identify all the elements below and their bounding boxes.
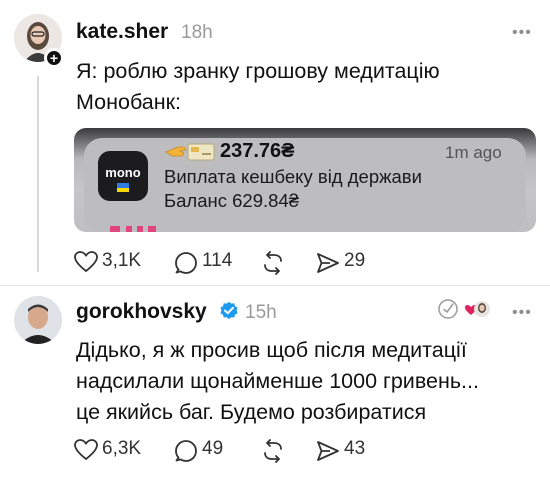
like-count: 3,1K — [102, 250, 142, 271]
plus-icon[interactable]: + — [44, 48, 64, 68]
paper-plane-icon — [317, 441, 339, 461]
username[interactable]: kate.sher — [76, 20, 168, 44]
repost-arrows-icon — [264, 251, 282, 275]
verified-badge-icon — [220, 301, 238, 319]
post-text-line-1: Дідько, я ж просив щоб після медитації — [76, 338, 467, 362]
more-options-button[interactable]: ••• — [512, 304, 532, 322]
timestamp: 18h — [181, 22, 213, 43]
more-options-button[interactable]: ••• — [512, 24, 532, 42]
post-text-line-3: це якийсь баг. Будемо розбиратися — [76, 400, 427, 424]
thread-line — [37, 76, 39, 272]
monobank-logo: mono — [98, 151, 148, 201]
notification-line-1: Виплата кешбеку від держави — [164, 166, 422, 187]
person-avatar-icon — [14, 296, 62, 344]
avatar-gorokhovsky[interactable] — [14, 296, 62, 344]
like-count: 6,3K — [102, 438, 142, 459]
heart-outline-icon — [74, 251, 98, 273]
username[interactable]: gorokhovsky — [76, 300, 207, 324]
speech-bubble-icon — [175, 252, 197, 274]
comment-count: 114 — [202, 250, 233, 271]
comment-count: 49 — [202, 438, 224, 459]
post-text-line-2: надсилали щонайменше 1000 гривень... — [76, 369, 479, 393]
share-count: 29 — [344, 250, 366, 271]
notification-time: 1m ago — [445, 143, 502, 162]
liked-by-author-indicator[interactable] — [438, 297, 490, 321]
pink-stripe-decoration — [126, 226, 132, 232]
timestamp: 15h — [245, 302, 277, 323]
pink-stripe-decoration — [110, 226, 120, 232]
post-text-line-2: Монобанк: — [76, 90, 181, 114]
speech-bubble-icon — [175, 440, 197, 462]
pink-stripe-decoration — [148, 226, 156, 232]
notification-amount: 237.76₴ — [220, 140, 295, 162]
repost-arrows-icon — [264, 439, 282, 463]
paper-plane-icon — [317, 253, 339, 273]
pink-stripe-decoration — [137, 226, 143, 232]
share-count: 43 — [344, 438, 366, 459]
post-kate-sher: + kate.sher 18h ••• Я: роблю зранку грош… — [0, 0, 550, 285]
ukraine-flag-icon — [117, 183, 129, 192]
pointing-hand-money-icon — [165, 143, 215, 161]
post-text-line-1: Я: роблю зранку грошову медитацію — [76, 59, 440, 83]
notification-line-2: Баланс 629.84₴ — [164, 190, 299, 211]
heart-outline-icon — [74, 439, 98, 461]
